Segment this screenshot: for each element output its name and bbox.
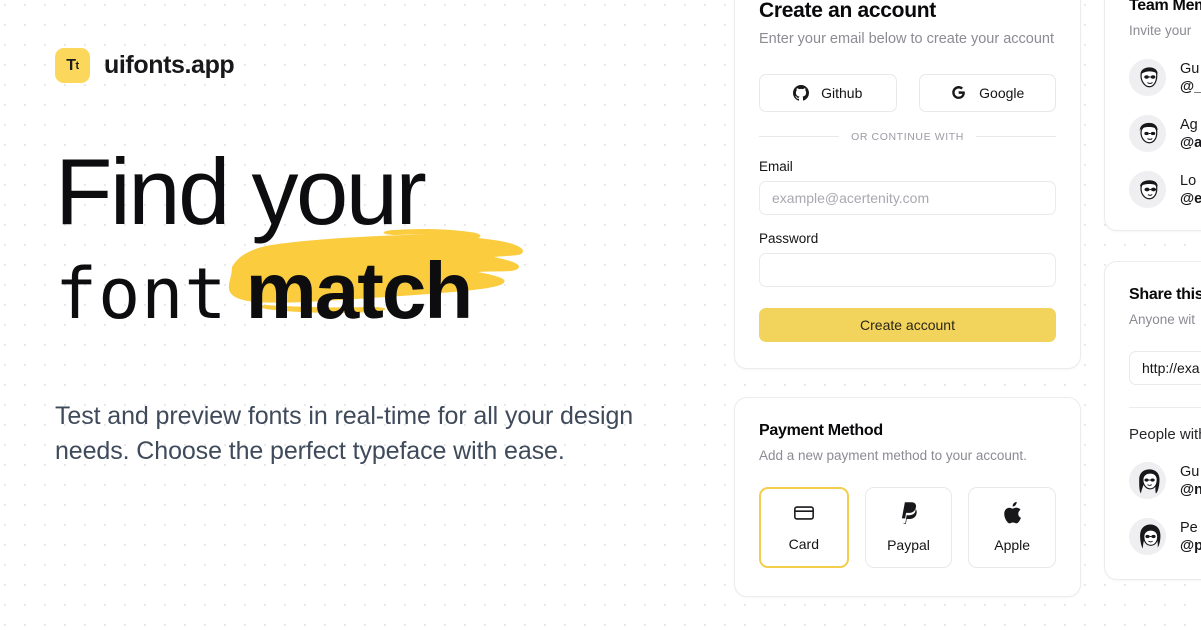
person-access-row[interactable]: Gu @n [1129,462,1201,500]
payment-method-description: Add a new payment method to your account… [759,447,1027,463]
person-access-handle: @n [1180,481,1201,498]
brand-logo[interactable]: Tt uifonts.app [55,48,695,83]
credit-card-icon [793,506,814,520]
google-login-label: Google [979,84,1025,101]
payment-method-title: Payment Method [759,421,883,439]
headline-line-2: font match [55,228,695,335]
payment-method-card: Payment Method Add a new payment method … [734,396,1081,597]
avatar [1129,462,1166,500]
divider-rule-left [759,136,840,138]
payment-option-card-label: Card [788,536,820,553]
create-account-description: Enter your email below to create your ac… [759,31,1054,47]
payment-option-paypal[interactable]: Paypal [864,486,953,568]
password-label: Password [759,230,819,246]
person-access-info: Pe @p [1180,519,1201,555]
password-input[interactable] [759,252,1056,287]
person-access-row[interactable]: Pe @p [1129,518,1201,556]
divider-rule-right [975,136,1056,138]
team-member-info: Ag @a [1180,116,1201,152]
google-login-button[interactable]: Google [918,73,1056,112]
team-member-name: Ag [1180,116,1198,133]
divider-label: OR CONTINUE WITH [851,130,964,143]
payment-option-row: Card Paypal Apple [759,486,1057,568]
payment-option-apple-label: Apple [994,537,1031,554]
logo-mark-icon: Tt [55,48,90,83]
team-member-name: Gu [1180,60,1200,77]
right-card-column: Team Mem Invite your Gu @_ Ag @a Lo @e S… [1104,0,1201,581]
team-member-row[interactable]: Ag @a [1129,115,1201,153]
create-account-button[interactable]: Create account [759,307,1056,342]
avatar [1129,171,1166,209]
logo-letter-t-lower: t [75,59,80,72]
paypal-icon [901,502,917,525]
logo-letter-t-upper: T [66,56,76,74]
person-access-name: Pe [1180,519,1198,536]
headline-match-wrapper: match [228,228,523,331]
google-icon [952,86,966,99]
payment-option-apple[interactable]: Apple [968,486,1057,568]
team-members-title: Team Mem [1129,0,1201,14]
payment-option-card[interactable]: Card [759,486,849,568]
team-member-handle: @e [1180,190,1201,207]
create-account-title: Create an account [759,0,936,22]
headline-line-1: Find your [55,139,427,244]
create-account-card: Create an account Enter your email below… [734,0,1081,369]
person-access-name: Gu [1180,463,1200,480]
team-member-handle: @_ [1180,78,1201,95]
person-access-handle: @p [1180,537,1201,554]
team-member-name: Lo [1180,172,1197,189]
avatar [1129,59,1166,97]
team-member-row[interactable]: Gu @_ [1129,59,1201,97]
oauth-button-row: Github Google [759,73,1056,112]
brand-name: uifonts.app [104,51,235,79]
github-icon [793,84,810,101]
or-continue-divider: OR CONTINUE WITH [759,131,1056,143]
team-members-card: Team Mem Invite your Gu @_ Ag @a Lo @e [1104,0,1201,232]
headline-word-font: font [55,253,228,335]
share-document-card: Share this Anyone wit People with Gu [1104,261,1201,581]
person-access-info: Gu @n [1180,463,1201,499]
payment-option-paypal-label: Paypal [887,537,930,554]
team-member-info: Lo @e [1180,172,1201,208]
team-members-description: Invite your [1129,23,1192,38]
github-login-button[interactable]: Github [759,73,897,112]
apple-icon [1004,502,1022,524]
password-field-group: Password [759,231,1056,287]
avatar [1129,115,1166,153]
team-member-info: Gu @_ [1180,60,1201,96]
share-document-title: Share this [1129,286,1201,304]
team-member-row[interactable]: Lo @e [1129,171,1201,209]
hero-subtitle: Test and preview fonts in real-time for … [55,402,634,465]
middle-card-column: Create an account Enter your email below… [734,0,1081,597]
people-with-access-label: People with [1129,426,1201,444]
email-field-group: Email [759,159,1056,215]
share-divider [1129,407,1201,409]
share-link-input[interactable] [1129,351,1201,386]
share-document-description: Anyone wit [1129,312,1196,328]
hero-section: Tt uifonts.app Find your font match Test… [0,0,735,630]
share-link-row [1129,351,1201,386]
headline-word-match: match [245,246,474,335]
email-label: Email [759,158,793,174]
avatar [1129,518,1166,556]
page-title: Find your font match [55,145,695,331]
team-member-handle: @a [1180,134,1201,151]
email-input[interactable] [759,180,1056,215]
github-login-label: Github [821,84,863,101]
